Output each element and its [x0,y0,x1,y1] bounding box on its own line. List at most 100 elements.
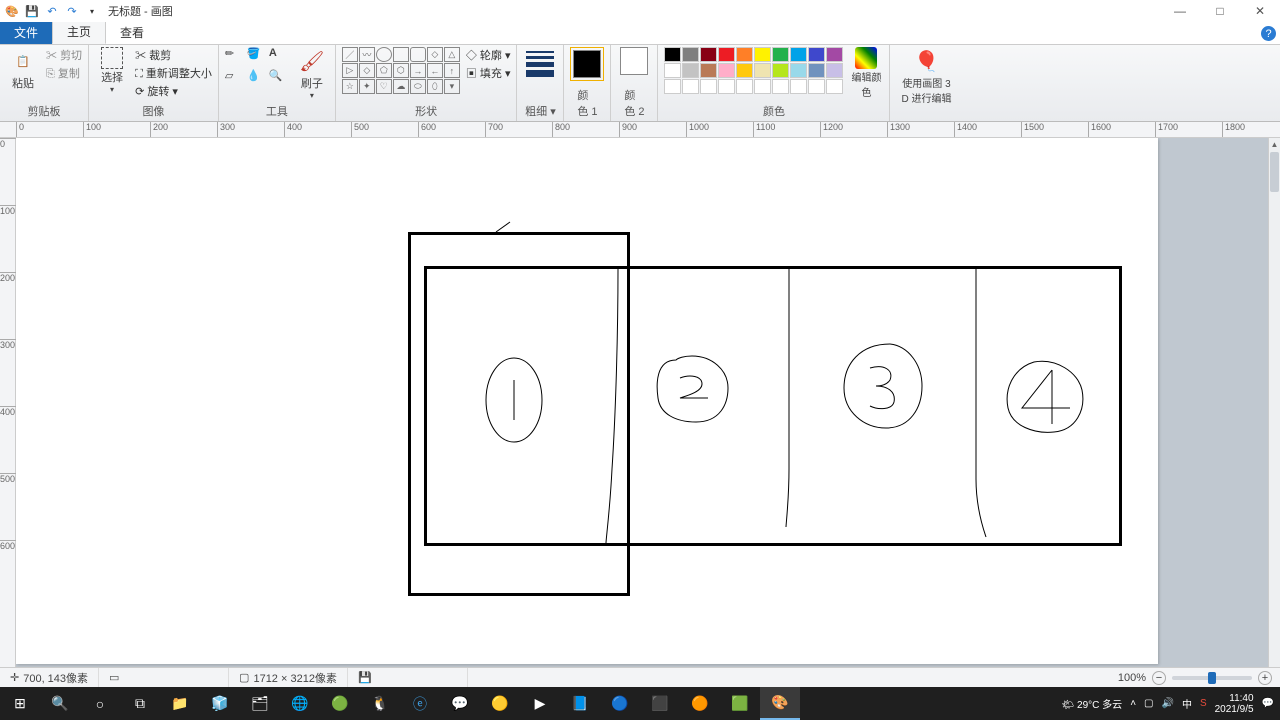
color-swatch[interactable] [808,47,825,62]
zoom-in-button[interactable]: + [1258,671,1272,685]
stroke-width-button[interactable] [523,47,557,77]
start-button[interactable]: ⊞ [0,687,40,720]
taskbar-app-9[interactable]: 🟡 [480,687,520,720]
cortana-button[interactable]: ○ [80,687,120,720]
qat-redo-icon[interactable]: ↷ [64,3,80,19]
qat-save-icon[interactable]: 💾 [24,3,40,19]
color-swatch[interactable] [736,47,753,62]
color-swatch[interactable] [700,47,717,62]
canvas[interactable] [16,138,1158,664]
shape-fill-button[interactable]: ▣ 填充 ▾ [466,65,511,81]
color-swatch[interactable] [664,79,681,94]
window-minimize-button[interactable]: — [1160,0,1200,22]
color-swatch[interactable] [772,79,789,94]
taskbar-app-3[interactable]: 🗂 [240,687,280,720]
color-swatch[interactable] [826,47,843,62]
edit-colors-button[interactable]: 编辑颜色 [849,47,883,99]
tray-ime[interactable]: 中 [1182,696,1192,711]
pencil-tool-icon[interactable]: ✏ [225,47,245,67]
tray-clock[interactable]: 11:40 2021/9/5 [1215,693,1254,715]
rotate-button[interactable]: ⟳ 旋转 ▾ [135,83,212,99]
taskbar-app-12[interactable]: 🔵 [600,687,640,720]
tray-weather[interactable]: 🌤 29°C 多云 [1062,696,1123,711]
color-swatch[interactable] [718,63,735,78]
tab-file[interactable]: 文件 [0,21,52,44]
shape-outline-button[interactable]: ◇ 轮廓 ▾ [466,47,511,63]
color-swatch[interactable] [664,47,681,62]
shapes-gallery[interactable]: ／〰◇△ ▷◇⬠⬡→←↑ ☆✦♡☁⬭⬯▾ [342,47,460,94]
taskbar-app-1[interactable]: 📁 [160,687,200,720]
color-swatch[interactable] [700,63,717,78]
search-button[interactable]: 🔍 [40,687,80,720]
fill-tool-icon[interactable]: 🪣 [247,47,267,67]
color-swatch[interactable] [826,79,843,94]
resize-button[interactable]: ⛶ 重新调整大小 [135,65,212,81]
color-swatch[interactable] [826,63,843,78]
color-swatch[interactable] [790,63,807,78]
brush-button[interactable]: 🖌 刷子 ▾ [295,47,329,100]
select-button[interactable]: 选择 ▾ [95,47,129,94]
taskbar-app-6[interactable]: 🐧 [360,687,400,720]
taskview-button[interactable]: ⧉ [120,687,160,720]
help-button[interactable]: ? [1261,26,1276,41]
tray-notifications-icon[interactable]: 💬 [1262,698,1274,709]
color-swatch[interactable] [736,63,753,78]
taskbar-app-8[interactable]: 💬 [440,687,480,720]
zoom-out-button[interactable]: − [1152,671,1166,685]
color-swatch[interactable] [664,63,681,78]
color-palette[interactable] [664,47,843,94]
color1-button[interactable] [570,47,604,81]
tray-network-icon[interactable]: 🔊 [1161,698,1173,709]
taskbar-app-15[interactable]: 🟩 [720,687,760,720]
color-swatch[interactable] [808,63,825,78]
tray-battery-icon[interactable]: ▢ [1144,698,1153,709]
taskbar-paint[interactable]: 🎨 [760,687,800,720]
zoom-slider[interactable] [1172,676,1252,680]
qat-undo-icon[interactable]: ↶ [44,3,60,19]
color-swatch[interactable] [682,47,699,62]
text-tool-icon[interactable]: A [269,47,289,67]
scroll-up-icon[interactable]: ▲ [1269,138,1280,150]
paint3d-button[interactable]: 🎈 使用画图 3 D 进行编辑 [896,47,956,105]
color-swatch[interactable] [808,79,825,94]
color-swatch[interactable] [772,63,789,78]
window-maximize-button[interactable]: □ [1200,0,1240,22]
scrollbar-vertical[interactable]: ▲ ▼ [1268,138,1280,686]
window-close-button[interactable]: ✕ [1240,0,1280,22]
color-swatch[interactable] [700,79,717,94]
paste-button[interactable]: 📋 粘贴 [6,47,40,91]
taskbar-app-10[interactable]: ▶ [520,687,560,720]
taskbar-app-7[interactable]: ⓔ [400,687,440,720]
taskbar-app-14[interactable]: 🟠 [680,687,720,720]
color-swatch[interactable] [754,63,771,78]
zoom-tool-icon[interactable]: 🔍 [269,69,289,89]
qat-dropdown-icon[interactable]: ▾ [84,3,100,19]
taskbar-app-4[interactable]: 🌐 [280,687,320,720]
color-swatch[interactable] [718,47,735,62]
tab-home[interactable]: 主页 [52,19,106,44]
color-swatch[interactable] [718,79,735,94]
taskbar-app-2[interactable]: 🧊 [200,687,240,720]
color2-button[interactable] [617,47,651,75]
brush-dropdown-icon[interactable]: ▾ [310,91,314,100]
taskbar-app-13[interactable]: ⬛ [640,687,680,720]
scroll-thumb[interactable] [1270,152,1279,192]
color-swatch[interactable] [754,79,771,94]
color-swatch[interactable] [772,47,789,62]
select-dropdown-icon[interactable]: ▾ [110,85,114,94]
tray-app-icon[interactable]: S [1200,698,1207,709]
color-swatch[interactable] [682,79,699,94]
picker-tool-icon[interactable]: 💧 [247,69,267,89]
crop-button[interactable]: ✂ 裁剪 [135,47,212,63]
taskbar-app-11[interactable]: 📘 [560,687,600,720]
status-filesize: 💾 [348,668,468,687]
color-swatch[interactable] [682,63,699,78]
tab-view[interactable]: 查看 [106,21,158,44]
color-swatch[interactable] [754,47,771,62]
taskbar-app-5[interactable]: 🟢 [320,687,360,720]
color-swatch[interactable] [736,79,753,94]
tray-chevron-icon[interactable]: ˄ [1130,698,1136,709]
color-swatch[interactable] [790,79,807,94]
eraser-tool-icon[interactable]: ▱ [225,69,245,89]
color-swatch[interactable] [790,47,807,62]
